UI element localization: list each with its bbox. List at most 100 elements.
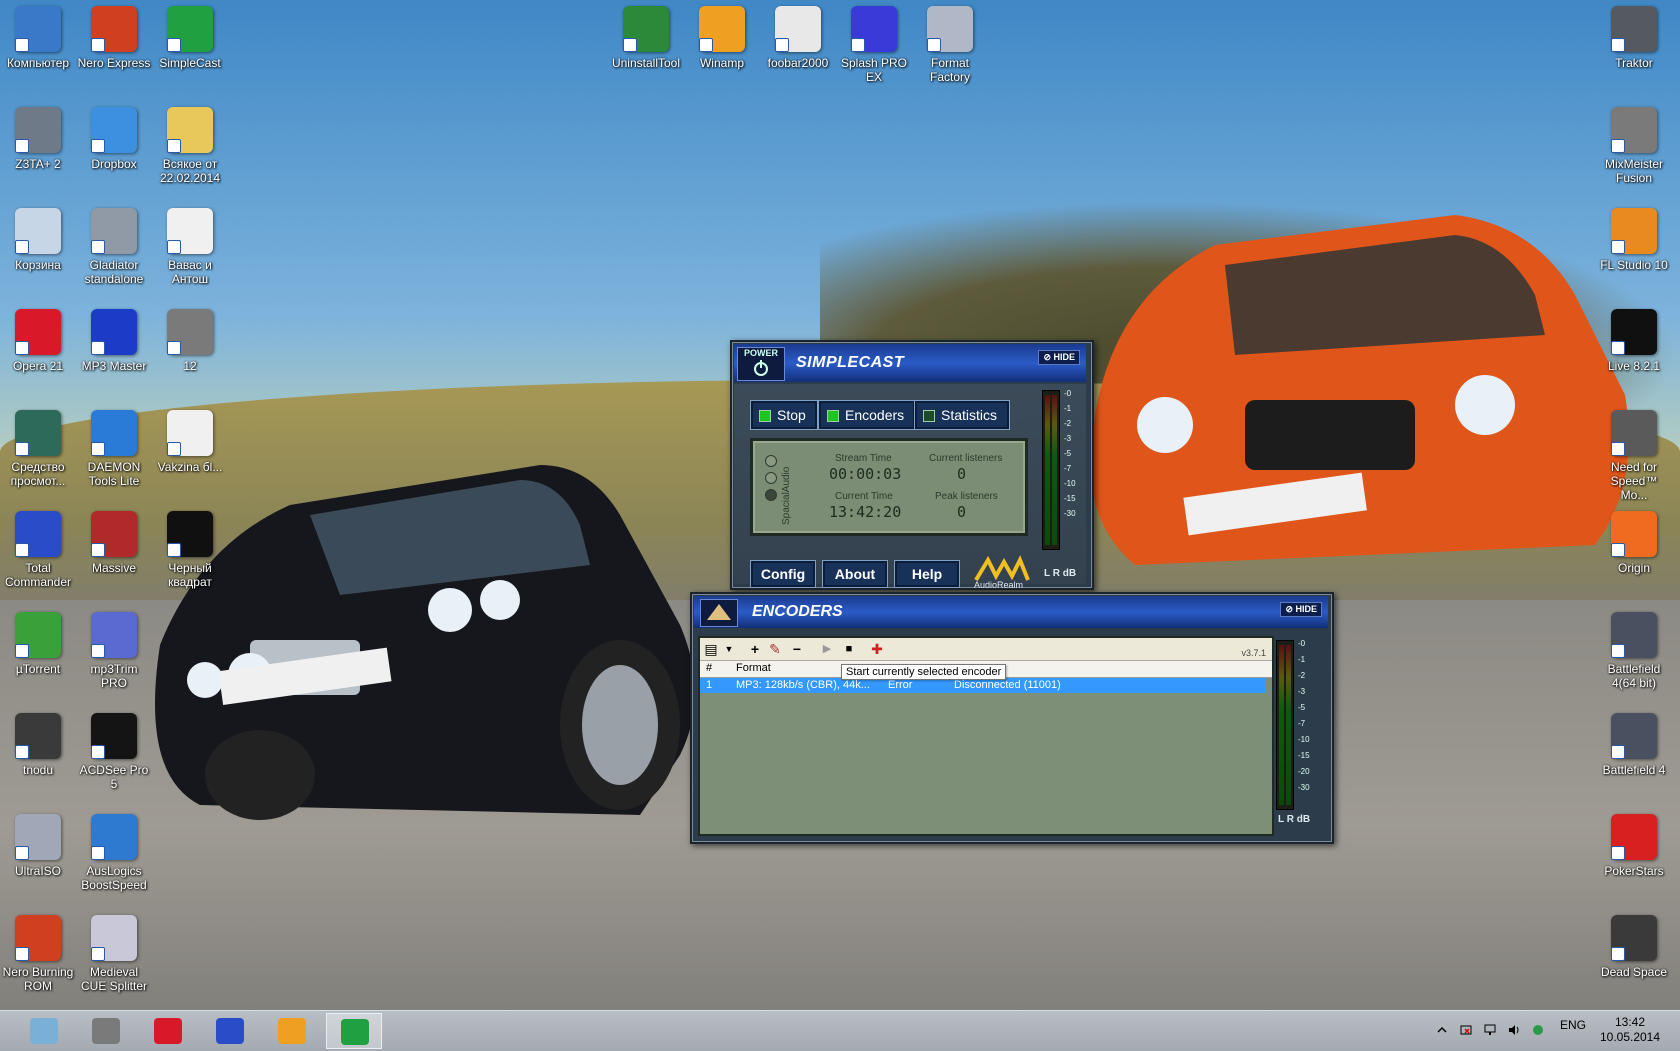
desktop-icon[interactable]: Opera 21 bbox=[0, 307, 76, 373]
encoders-hide-button[interactable]: ⊘ HIDE bbox=[1280, 602, 1322, 617]
winamp-icon bbox=[699, 6, 745, 52]
vu-scale-tick: -7 bbox=[1064, 464, 1072, 473]
start-selected-encoder-icon[interactable]: ✚ bbox=[868, 640, 886, 658]
desktop-icon[interactable]: PokerStars bbox=[1596, 812, 1672, 878]
desktop-icon[interactable]: Live 8.2.1 bbox=[1596, 307, 1672, 373]
statistics-button[interactable]: Statistics bbox=[914, 400, 1010, 430]
desktop-icon[interactable]: Всякое от 22.02.2014 bbox=[152, 105, 228, 185]
desktop-icon[interactable]: Dead Space bbox=[1596, 913, 1672, 979]
desktop-icon[interactable]: Gladiator standalone bbox=[76, 206, 152, 286]
taskbar-button[interactable] bbox=[78, 1013, 134, 1049]
taskbar-button[interactable] bbox=[140, 1013, 196, 1049]
network-icon[interactable] bbox=[1484, 1024, 1496, 1036]
desktop-icon[interactable]: FL Studio 10 bbox=[1596, 206, 1672, 272]
show-hidden-icons-icon[interactable] bbox=[1436, 1024, 1448, 1036]
simplecast-titlebar[interactable]: POWER SIMPLECAST ⊘ HIDE bbox=[734, 344, 1086, 382]
desktop-icon[interactable]: UninstallTool bbox=[608, 4, 684, 70]
table-row[interactable]: 1 MP3: 128kb/s (CBR), 44k... Error Disco… bbox=[700, 678, 1266, 693]
tray-app-icon[interactable] bbox=[1532, 1024, 1544, 1036]
desktop-icon[interactable]: Средство просмот... bbox=[0, 408, 76, 488]
desktop-icon[interactable]: Dropbox bbox=[76, 105, 152, 171]
desktop-icon[interactable]: ACDSee Pro 5 bbox=[76, 711, 152, 791]
about-button[interactable]: About bbox=[822, 560, 888, 588]
desktop-icon-label: foobar2000 bbox=[767, 56, 829, 70]
desktop-icon[interactable]: Nero Burning ROM bbox=[0, 913, 76, 993]
desktop-icon[interactable]: mp3Trim PRO bbox=[76, 610, 152, 690]
simplecast-brand: SIMPLECAST bbox=[796, 354, 905, 371]
desktop-icon[interactable]: Корзина bbox=[0, 206, 76, 272]
configure-encoder-icon[interactable]: ✎ bbox=[766, 640, 784, 658]
desktop-icon[interactable]: MP3 Master bbox=[76, 307, 152, 373]
taskbar-button[interactable] bbox=[264, 1013, 320, 1049]
desktop-icon-label: UltraISO bbox=[14, 864, 61, 878]
add-encoder-icon[interactable]: + bbox=[746, 640, 764, 658]
massive-icon bbox=[91, 511, 137, 557]
desktop-icon[interactable]: Черный квадрат bbox=[152, 509, 228, 589]
column-number[interactable]: # bbox=[706, 662, 712, 674]
simplecast-body: Stop Encoders Statistics SpacialAudio St… bbox=[734, 384, 1086, 590]
desktop-icon[interactable]: Компьютер bbox=[0, 4, 76, 70]
vu-scale-tick: -0 bbox=[1064, 389, 1072, 398]
desktop-icon[interactable]: SimpleCast bbox=[152, 4, 228, 70]
column-format[interactable]: Format bbox=[736, 662, 771, 674]
play-icon[interactable]: ▶ bbox=[818, 640, 836, 658]
config-button[interactable]: Config bbox=[750, 560, 816, 588]
desktop-icon[interactable]: Traktor bbox=[1596, 4, 1672, 70]
desktop-icon[interactable]: Battlefield 4 bbox=[1596, 711, 1672, 777]
encoders-button[interactable]: Encoders bbox=[818, 400, 916, 430]
desktop-icon[interactable]: Battlefield 4(64 bit) bbox=[1596, 610, 1672, 690]
desktop-icon[interactable]: Need for Speed™ Mo... bbox=[1596, 408, 1672, 502]
vu-scale-tick: -30 bbox=[1298, 783, 1310, 792]
nfs-icon bbox=[1611, 410, 1657, 456]
help-button[interactable]: Help bbox=[894, 560, 960, 588]
desktop-icon[interactable]: Massive bbox=[76, 509, 152, 575]
desktop-icon[interactable]: Nero Express bbox=[76, 4, 152, 70]
desktop-icon[interactable]: Winamp bbox=[684, 4, 760, 70]
action-center-icon[interactable] bbox=[1460, 1024, 1472, 1036]
stop-button[interactable]: Stop bbox=[750, 400, 818, 430]
mode-radio-3[interactable] bbox=[765, 489, 777, 501]
volume-icon[interactable] bbox=[1508, 1024, 1520, 1036]
desktop-icon[interactable]: Vakzina бl... bbox=[152, 408, 228, 474]
remove-encoder-icon[interactable]: − bbox=[788, 640, 806, 658]
language-indicator[interactable]: ENG bbox=[1560, 1018, 1586, 1032]
power-button[interactable]: POWER bbox=[737, 347, 785, 381]
desktop-icon-label: Splash PRO EX bbox=[840, 56, 908, 84]
desktop-icon[interactable]: DAEMON Tools Lite bbox=[76, 408, 152, 488]
taskbar-button[interactable] bbox=[326, 1013, 382, 1049]
desktop-icon-label: tnodu bbox=[22, 763, 54, 777]
desktop-icon[interactable]: Total Commander bbox=[0, 509, 76, 589]
vu-scale-tick: -1 bbox=[1298, 655, 1306, 664]
desktop-icon[interactable]: µTorrent bbox=[0, 610, 76, 676]
peak-listeners-label: Peak listeners bbox=[935, 491, 998, 502]
desktop-icon-label: Opera 21 bbox=[12, 359, 64, 373]
battlefield-icon bbox=[1611, 612, 1657, 658]
simplecast-window[interactable]: POWER SIMPLECAST ⊘ HIDE Stop Encoders St… bbox=[730, 340, 1094, 590]
desktop-icon[interactable]: tnodu bbox=[0, 711, 76, 777]
desktop-icon[interactable]: Вавас и Антош bbox=[152, 206, 228, 286]
desktop-icon[interactable]: AusLogics BoostSpeed bbox=[76, 812, 152, 892]
mode-radio-2[interactable] bbox=[765, 472, 777, 484]
encoders-titlebar[interactable]: ENCODERS ⊘ HIDE bbox=[694, 596, 1328, 628]
desktop-icon[interactable]: MixMeister Fusion bbox=[1596, 105, 1672, 185]
taskbar-button[interactable] bbox=[202, 1013, 258, 1049]
desktop-icon[interactable]: Splash PRO EX bbox=[836, 4, 912, 84]
desktop-icon[interactable]: Medieval CUE Splitter bbox=[76, 913, 152, 993]
desktop-icon[interactable]: 12 bbox=[152, 307, 228, 373]
traktor-icon bbox=[1611, 6, 1657, 52]
desktop-icon[interactable]: Origin bbox=[1596, 509, 1672, 575]
ableton-icon bbox=[1611, 309, 1657, 355]
desktop-icon[interactable]: UltraISO bbox=[0, 812, 76, 878]
stop-icon[interactable]: ■ bbox=[840, 640, 858, 658]
taskbar-button[interactable] bbox=[16, 1013, 72, 1049]
encoders-window[interactable]: ENCODERS ⊘ HIDE ▤ ▼ + ✎ − ▶ ■ ✚ v3.7.1 #… bbox=[690, 592, 1334, 844]
desktop-icon[interactable]: foobar2000 bbox=[760, 4, 836, 70]
simplecast-hide-button[interactable]: ⊘ HIDE bbox=[1038, 350, 1080, 365]
desktop-icon[interactable]: Format Factory bbox=[912, 4, 988, 84]
desktop-icon[interactable]: Z3TA+ 2 bbox=[0, 105, 76, 171]
taskbar-clock[interactable]: 13:42 10.05.2014 bbox=[1595, 1015, 1665, 1045]
origin-icon bbox=[1611, 511, 1657, 557]
encoder-menu-icon[interactable]: ▤ bbox=[702, 640, 720, 658]
mode-radio-1[interactable] bbox=[765, 455, 777, 467]
chevron-down-icon[interactable]: ▼ bbox=[720, 640, 738, 658]
